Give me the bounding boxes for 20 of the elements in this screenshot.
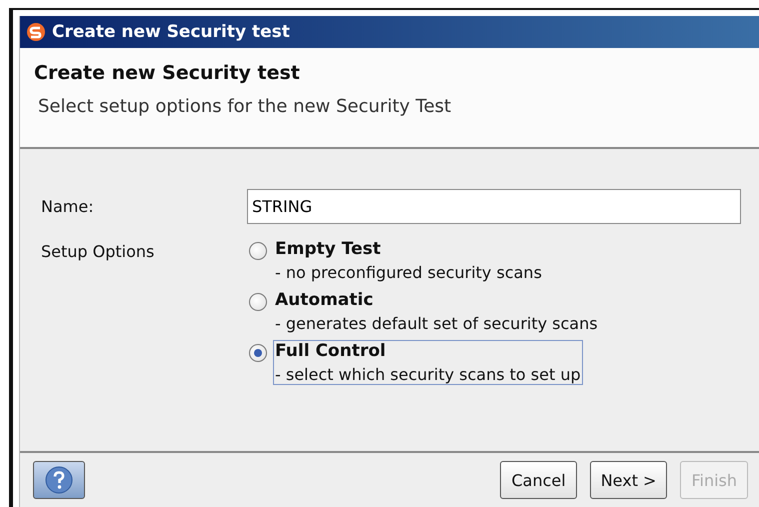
dialog-heading: Create new Security test bbox=[34, 62, 301, 84]
radio-button[interactable] bbox=[249, 344, 267, 362]
help-button[interactable] bbox=[33, 461, 85, 499]
field-label: Name: bbox=[41, 197, 95, 216]
option-description: - generates default set of security scans bbox=[275, 314, 598, 333]
option-description: - no preconfigured security scans bbox=[275, 263, 542, 282]
option-label[interactable]: Automatic bbox=[275, 290, 598, 310]
option-description: - select which security scans to set up bbox=[275, 365, 581, 384]
dialog-button[interactable]: Cancel bbox=[500, 461, 577, 499]
radio-button[interactable] bbox=[249, 293, 267, 311]
window-title: Create new Security test bbox=[52, 22, 290, 42]
field-label: Setup Options bbox=[41, 242, 156, 261]
option-label[interactable]: Empty Test bbox=[275, 239, 542, 259]
dialog-description: Select setup options for the new Security Test bbox=[38, 96, 452, 117]
radio-button[interactable] bbox=[249, 242, 267, 260]
help-icon bbox=[44, 465, 74, 495]
dialog-button[interactable]: Next > bbox=[590, 461, 668, 499]
option-label[interactable]: Full Control bbox=[275, 341, 581, 361]
name-input-field[interactable]: STRING bbox=[247, 189, 741, 224]
app-logo-icon bbox=[26, 22, 46, 42]
